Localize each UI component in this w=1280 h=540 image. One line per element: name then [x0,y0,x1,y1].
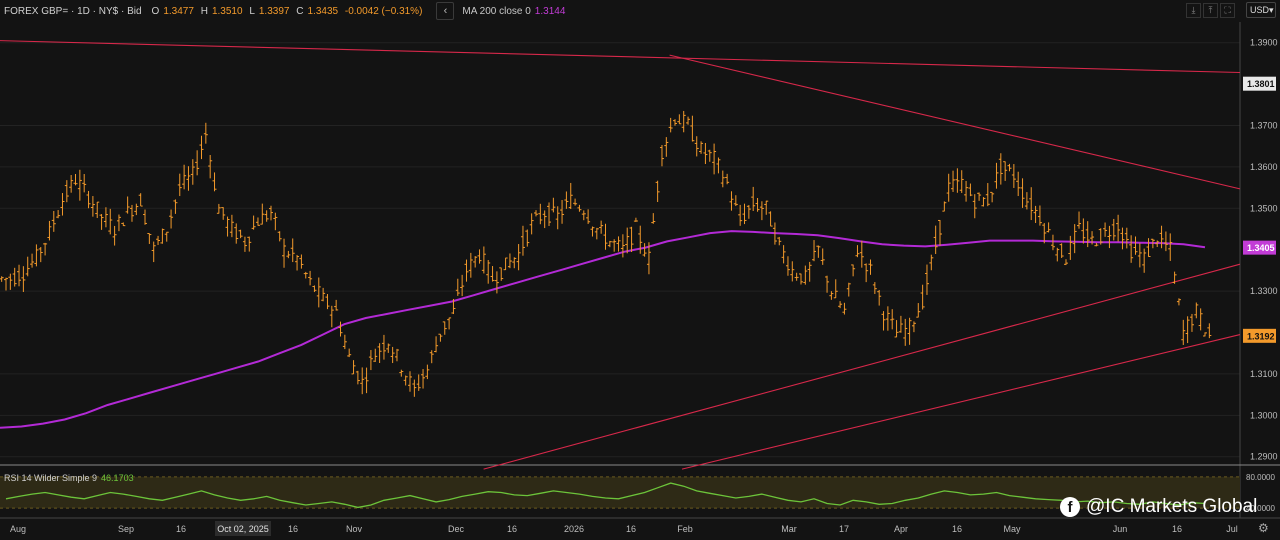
x-tick-label: 16 [176,524,186,534]
gear-icon[interactable]: ⚙ [1258,521,1269,535]
y-tick-label: 1.3600 [1250,162,1278,172]
x-tick-label: Apr [894,524,908,534]
high-value: 1.3510 [211,5,243,17]
y-tick-label: 1.3500 [1250,203,1278,213]
rsi-value: 46.1703 [101,473,134,483]
x-tick-label: Jun [1113,524,1128,534]
y-tick-label: 1.3000 [1250,410,1278,420]
x-tick-label: Jul [1226,524,1238,534]
y-tick-label: 1.3300 [1250,286,1278,296]
ma-label: MA 200 close 0 [462,5,531,17]
x-tick-label: 16 [1172,524,1182,534]
low-value: 1.3397 [258,5,290,17]
y-tick-label: 1.3900 [1250,38,1278,48]
high-label: H [200,5,208,17]
close-label: C [296,5,304,17]
brand-watermark: f @IC Markets Global [1060,496,1257,518]
open-label: O [151,5,160,17]
rsi-header[interactable]: RSI 14 Wilder Simple 9 46.1703 [4,473,134,483]
price-tag-label: 1.3192 [1247,331,1275,341]
x-tick-label: Oct 02, 2025 [217,524,269,534]
x-tick-label: 16 [507,524,517,534]
x-tick-label: 16 [288,524,298,534]
price-tag-label: 1.3405 [1247,243,1275,253]
rsi-band [0,476,1240,509]
chart-background [0,0,1280,540]
rsi-axis-top: 80.0000 [1246,473,1275,482]
download-icon[interactable]: ⤓ [1186,3,1201,18]
y-tick-label: 1.2900 [1250,452,1278,462]
close-value: 1.3435 [307,5,339,17]
y-tick-label: 1.3700 [1250,121,1278,131]
x-tick-label: May [1003,524,1021,534]
collapse-chevron-icon[interactable]: ‹ [436,2,455,20]
y-tick-label: 1.3100 [1250,369,1278,379]
x-tick-label: Feb [677,524,693,534]
currency-label: USD [1250,5,1270,15]
x-tick-label: Nov [346,524,363,534]
rsi-label: RSI 14 Wilder Simple 9 [4,473,98,483]
currency-select[interactable]: USD ▾ [1246,2,1276,18]
window-buttons: ⤓ ⤒ ⛶ [1186,3,1235,18]
x-tick-label: Aug [10,524,26,534]
x-tick-label: Sep [118,524,134,534]
open-value: 1.3477 [163,5,194,17]
brand-text: @IC Markets Global [1086,496,1258,517]
ma-study-label[interactable]: MA 200 close 0 1.3144 [462,6,565,17]
low-label: L [249,5,255,17]
chevron-down-icon: ▾ [1269,4,1274,15]
price-tag-label: 1.3801 [1247,79,1275,89]
x-tick-label: 16 [952,524,962,534]
ohlc-readout: O 1.3477 H 1.3510 L 1.3397 C 1.3435 -0.0042 … [152,6,427,17]
change-value: -0.0042 (−0.31%) [344,5,423,17]
x-tick-label: Mar [781,524,797,534]
chart-window: 1.3900 1.3700 1.3600 1.3500 1.3300 1.3100 1.30… [0,0,1280,540]
chart-header: FOREX GBP= · 1D · NY$ · Bid O 1.3477 H 1.3… [0,0,1240,22]
x-tick-label: 2026 [564,524,584,534]
facebook-icon: f [1060,497,1080,517]
symbol-label[interactable]: FOREX GBP= · 1D · NY$ · Bid [4,6,142,17]
x-tick-label: Dec [448,524,465,534]
upload-icon[interactable]: ⤒ [1203,3,1218,18]
price-chart[interactable]: 1.3900 1.3700 1.3600 1.3500 1.3300 1.3100 1.30… [0,0,1280,540]
expand-icon[interactable]: ⛶ [1220,3,1235,18]
x-tick-label: 17 [839,524,849,534]
ma-value: 1.3144 [534,5,566,17]
x-tick-label: 16 [626,524,636,534]
